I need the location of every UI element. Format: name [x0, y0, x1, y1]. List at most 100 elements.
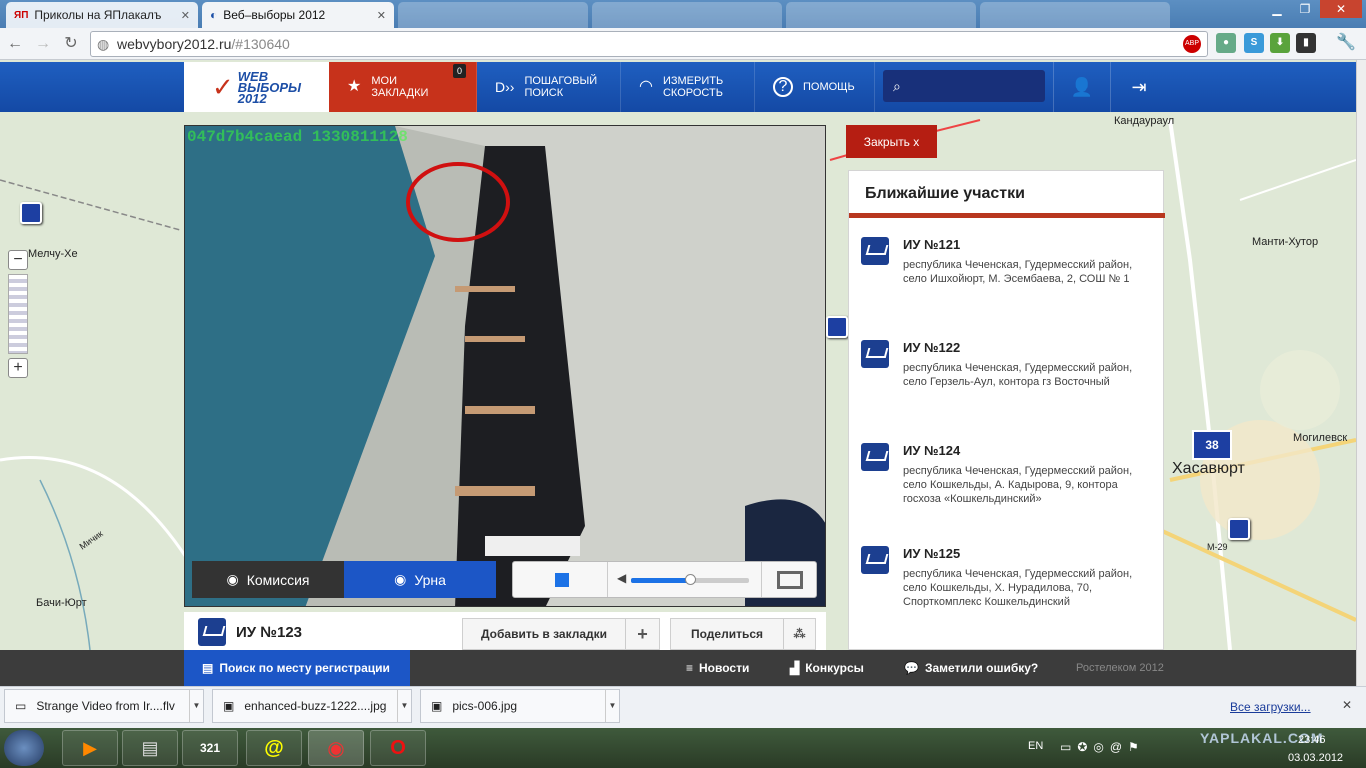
- footer-news-link[interactable]: ≡ Новости: [686, 650, 749, 686]
- mail-agent-icon[interactable]: @: [246, 730, 302, 766]
- panel-title: Ближайшие участки: [865, 185, 1025, 202]
- nav-help[interactable]: ? ПОМОЩЬ: [755, 62, 875, 112]
- footer-contests-link[interactable]: ▟ Конкурсы: [790, 650, 864, 686]
- tab-camera-urn[interactable]: ◉ Урна: [344, 561, 496, 598]
- clock-date[interactable]: 03.03.2012: [1288, 752, 1343, 764]
- news-icon: ≡: [686, 661, 694, 675]
- language-indicator[interactable]: EN: [1028, 740, 1043, 752]
- address-hash: /#130640: [231, 36, 290, 52]
- extension-icon[interactable]: ▮: [1296, 33, 1316, 53]
- image-file-icon: ▣: [223, 699, 235, 713]
- bookmarks-count-badge: 0: [452, 64, 466, 78]
- site-logo[interactable]: ✓ WEB ВЫБОРЫ 2012: [184, 62, 329, 112]
- close-downloads-icon[interactable]: ✕: [1342, 698, 1352, 712]
- speech-bubble-icon: 💬: [904, 661, 919, 675]
- download-filename: enhanced-buzz-1222....jpg: [244, 699, 387, 713]
- share-button[interactable]: Поделиться ⁂: [670, 618, 816, 650]
- clock-time[interactable]: 23:46: [1298, 734, 1326, 746]
- back-icon[interactable]: ←: [4, 33, 26, 55]
- chevron-down-icon[interactable]: ▼: [605, 690, 619, 722]
- volume-icon[interactable]: ◀: [617, 571, 626, 585]
- speedometer-icon: ◠: [639, 78, 653, 95]
- calendar-app-icon[interactable]: 321: [182, 730, 238, 766]
- nav-measure-speed[interactable]: ◠ ИЗМЕРИТЬ СКОРОСТЬ: [621, 62, 755, 112]
- download-item[interactable]: ▣ pics-006.jpg ▼: [420, 689, 620, 723]
- wrench-menu-icon[interactable]: 🔧: [1336, 33, 1356, 53]
- forward-icon[interactable]: →: [32, 33, 54, 55]
- volume-knob[interactable]: [685, 574, 696, 585]
- map-label: Могилевск: [1293, 432, 1348, 444]
- reload-icon[interactable]: ↻: [60, 33, 82, 55]
- map-label: Бачи-Юрт: [36, 597, 87, 609]
- tab-background[interactable]: [980, 2, 1170, 28]
- footer-label: Поиск по месту регистрации: [219, 661, 390, 675]
- extension-icon[interactable]: ●: [1216, 33, 1236, 53]
- station-item[interactable]: ИУ №125 республика Чеченская, Гудермесски…: [861, 546, 1157, 609]
- chevron-down-icon[interactable]: ▼: [189, 690, 203, 722]
- chevron-down-icon[interactable]: ▼: [397, 690, 411, 722]
- download-filename: Strange Video from Ir....flv: [36, 699, 175, 713]
- polling-station-marker[interactable]: [1228, 518, 1250, 540]
- page-scrollbar[interactable]: [1356, 60, 1366, 686]
- search-by-registration-button[interactable]: ▤ Поиск по месту регистрации: [184, 650, 410, 686]
- logout-icon[interactable]: ⇥: [1110, 62, 1167, 112]
- close-tab-icon[interactable]: ✕: [181, 9, 190, 22]
- footer-label: Заметили ошибку?: [924, 661, 1039, 675]
- nav-label: ПОМОЩЬ: [803, 81, 855, 93]
- footer-label: Конкурсы: [805, 661, 864, 675]
- tab-camera-commission[interactable]: ◉ Комиссия: [192, 561, 344, 598]
- all-downloads-link[interactable]: Все загрузки...: [1230, 700, 1311, 714]
- marker-cluster[interactable]: 38: [1192, 430, 1232, 460]
- zoom-out-icon[interactable]: −: [8, 250, 28, 270]
- close-tab-icon[interactable]: ✕: [377, 9, 386, 22]
- start-button[interactable]: [4, 730, 44, 766]
- close-window-icon[interactable]: ✕: [1320, 0, 1362, 18]
- address-bar[interactable]: ◍ webvybory2012.ru/#130640 ABP: [90, 31, 1208, 57]
- site-search-input[interactable]: ⌕: [883, 70, 1045, 102]
- station-item[interactable]: ИУ №121 республика Чеченская, Гудермесски…: [861, 237, 1157, 286]
- polling-station-marker[interactable]: [826, 316, 848, 338]
- restore-icon[interactable]: ❐: [1292, 0, 1318, 18]
- adblock-icon[interactable]: ABP: [1183, 35, 1201, 53]
- download-item[interactable]: ▭ Strange Video from Ir....flv ▼: [4, 689, 204, 723]
- user-icon[interactable]: 👤: [1053, 62, 1110, 112]
- chrome-icon[interactable]: ◉: [308, 730, 364, 766]
- tab-background[interactable]: [592, 2, 782, 28]
- station-item[interactable]: ИУ №124 республика Чеченская, Гудермесски…: [861, 443, 1157, 506]
- download-arrow-icon[interactable]: ⬇: [1270, 33, 1290, 53]
- fullscreen-icon[interactable]: [777, 571, 803, 589]
- add-bookmark-label: Добавить в закладки: [480, 627, 608, 641]
- station-address: республика Чеченская, Гудермесский район…: [903, 568, 1133, 608]
- zoom-in-icon[interactable]: +: [8, 358, 28, 378]
- logo-text: WEB ВЫБОРЫ 2012: [238, 70, 301, 105]
- add-bookmark-button[interactable]: Добавить в закладки +: [462, 618, 660, 650]
- nav-my-bookmarks[interactable]: ★ МОИ ЗАКЛАДКИ 0: [329, 62, 477, 112]
- station-item[interactable]: ИУ №122 республика Чеченская, Гудермесски…: [861, 340, 1157, 389]
- download-item[interactable]: ▣ enhanced-buzz-1222....jpg ▼: [212, 689, 412, 723]
- minimize-icon[interactable]: ▁: [1264, 0, 1290, 18]
- help-icon: ?: [773, 77, 793, 97]
- media-player-icon[interactable]: ▶: [62, 730, 118, 766]
- map-label: Кандаураул: [1114, 115, 1175, 127]
- webcam-video[interactable]: 047d7b4caead 1330811128: [184, 125, 826, 607]
- footer-report-error-link[interactable]: 💬 Заметили ошибку?: [904, 650, 1038, 686]
- opera-icon[interactable]: O: [370, 730, 426, 766]
- extension-icon[interactable]: S: [1244, 33, 1264, 53]
- stop-icon[interactable]: [555, 573, 569, 587]
- search-icon: ⌕: [893, 77, 901, 94]
- share-icon: ⁂: [783, 619, 815, 649]
- tab-yaplakal[interactable]: ЯП Приколы на ЯПлакалъ ✕: [6, 2, 198, 28]
- tab-webvybory[interactable]: ◐ Веб–выборы 2012 ✕: [202, 2, 394, 28]
- tab-background[interactable]: [786, 2, 976, 28]
- nav-step-search[interactable]: D›› ПОШАГОВЫЙ ПОИСК: [477, 62, 621, 112]
- close-panel-button[interactable]: Закрыть x: [846, 125, 937, 158]
- tab-background[interactable]: [398, 2, 588, 28]
- file-manager-icon[interactable]: ▤: [122, 730, 178, 766]
- browser-toolbar: ← → ↻ ◍ webvybory2012.ru/#130640 ABP ● S…: [0, 28, 1366, 60]
- station-address: республика Чеченская, Гудермесский район…: [903, 362, 1133, 388]
- polling-station-marker[interactable]: [20, 202, 42, 224]
- tray-icons[interactable]: ▭✪◎@⚑: [1060, 740, 1145, 754]
- nav-label: ПОШАГОВЫЙ: [524, 75, 598, 87]
- zoom-slider[interactable]: [8, 274, 28, 354]
- file-icon: ▭: [15, 699, 27, 713]
